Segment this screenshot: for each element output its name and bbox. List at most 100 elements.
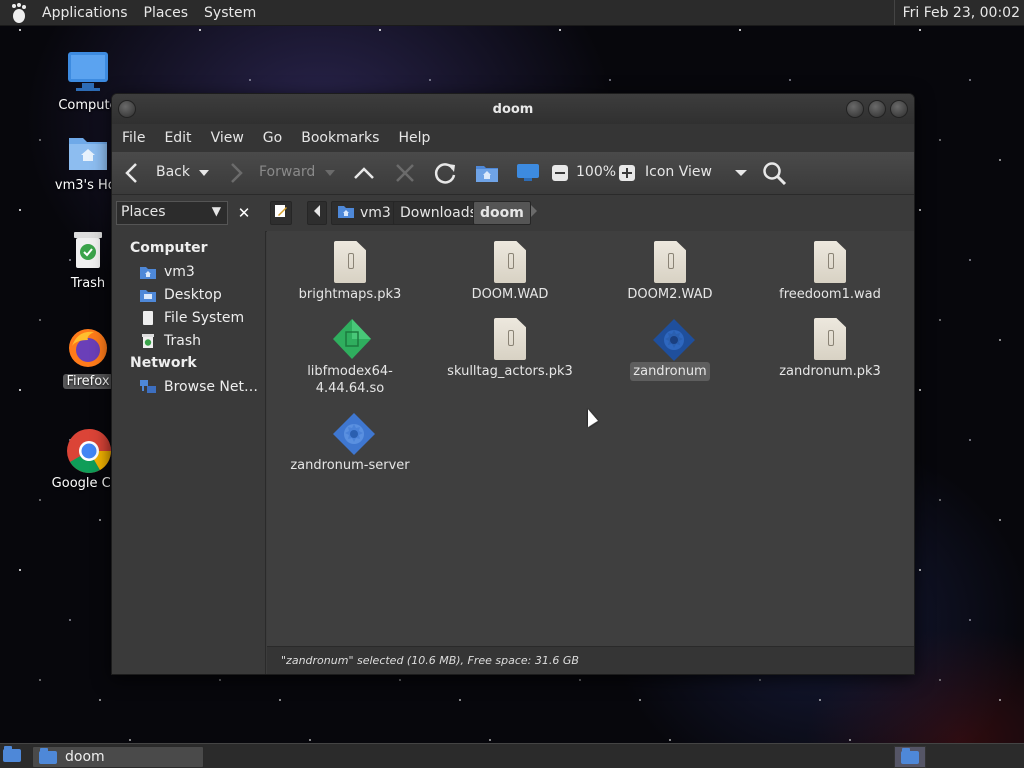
menu-view[interactable]: View [205, 130, 250, 146]
back-arrow-icon[interactable] [124, 162, 140, 189]
gnome-foot-icon[interactable] [8, 2, 30, 24]
file-manager-window: doom File Edit View Go Bookmarks Help Ba… [111, 93, 915, 675]
file-label: zandronum [630, 362, 710, 381]
taskbar-item-doom[interactable]: doom [32, 746, 204, 768]
crumb-scroll-left[interactable] [307, 201, 327, 225]
sidebar-item-trash[interactable]: Trash [112, 329, 265, 352]
drive-icon [140, 310, 156, 325]
archive-file-icon [652, 241, 688, 283]
close-button[interactable] [890, 100, 908, 118]
view-mode-select[interactable]: Icon View [645, 164, 712, 180]
chevron-down-icon[interactable] [734, 162, 748, 189]
crumb-label: Downloads [400, 205, 477, 221]
sidebar-item-label: Trash [164, 332, 201, 349]
system-menu[interactable]: System [200, 5, 260, 21]
sidebar-item-label: File System [164, 309, 245, 326]
menu-edit[interactable]: Edit [158, 130, 197, 146]
forward-button[interactable]: Forward [259, 164, 315, 180]
file-label: DOOM.WAD [471, 287, 549, 302]
menu-go[interactable]: Go [257, 130, 288, 146]
sidebar-header-computer: Computer [130, 240, 208, 256]
workspace-switcher[interactable] [894, 746, 926, 768]
file-item[interactable]: DOOM.WAD [435, 241, 585, 304]
close-sidebar-icon[interactable]: ✕ [233, 201, 255, 225]
chevron-left-icon [313, 205, 321, 221]
up-arrow-icon[interactable] [352, 162, 376, 189]
menu-bookmarks[interactable]: Bookmarks [295, 130, 385, 146]
sidebar-item-browse-network[interactable]: Browse Net… [112, 375, 265, 398]
desktop-icon-label: Trash [70, 276, 106, 291]
search-icon[interactable] [762, 161, 788, 190]
desktop-folder-icon [140, 288, 156, 302]
desktop-icon-label: Firefox [63, 374, 113, 389]
trash-icon [66, 228, 110, 272]
file-item-selected[interactable]: zandronum [595, 318, 745, 381]
applications-menu[interactable]: Applications [38, 5, 132, 21]
zoom-out-icon[interactable] [552, 164, 568, 186]
maximize-button[interactable] [868, 100, 886, 118]
computer-icon[interactable] [516, 162, 540, 189]
library-file-icon [332, 318, 371, 360]
file-view[interactable]: brightmaps.pk3 DOOM.WAD DOOM2.WAD freedo… [267, 231, 914, 646]
crumb-downloads[interactable]: Downloads [393, 201, 484, 225]
sidebar-item-label: Browse Net… [164, 378, 259, 395]
back-button[interactable]: Back [156, 164, 190, 180]
clock: Fri Feb 23, 00:02 [902, 4, 1020, 21]
bottom-panel: doom [0, 743, 1024, 768]
file-label: zandronum.pk3 [779, 364, 881, 379]
toolbar: Back Forward 100% Icon View [112, 152, 914, 195]
trash-icon [140, 333, 156, 348]
home-folder-icon [66, 130, 110, 174]
zoom-in-icon[interactable] [619, 164, 635, 186]
forward-arrow-icon[interactable] [228, 162, 244, 189]
archive-file-icon [492, 318, 528, 360]
clock-applet[interactable]: Fri Feb 23, 00:02 [893, 0, 1024, 25]
sidebar-item-vm3[interactable]: vm3 [112, 260, 265, 283]
home-folder-icon [140, 265, 156, 279]
file-item[interactable]: freedoom1.wad [755, 241, 905, 304]
sidebar-pane-select[interactable]: Places ▼ [116, 201, 228, 225]
folder-icon [901, 747, 919, 764]
chrome-icon [66, 428, 111, 473]
top-panel: Applications Places System Fri Feb 23, 0… [0, 0, 1024, 26]
show-desktop-icon[interactable] [3, 746, 21, 762]
zoom-level: 100% [576, 164, 617, 180]
sidebar-header-network: Network [130, 355, 197, 371]
sidebar-pane-label: Places [121, 204, 166, 220]
stop-icon[interactable] [394, 162, 416, 189]
file-item[interactable]: zandronum-server [275, 412, 425, 475]
window-menu-button[interactable] [118, 100, 136, 118]
file-item[interactable]: brightmaps.pk3 [275, 241, 425, 304]
home-folder-icon[interactable] [475, 162, 499, 189]
file-label: libfmodex64-4.44.64.so [307, 364, 393, 396]
sidebar-item-label: vm3 [164, 263, 195, 280]
window-titlebar[interactable]: doom [112, 94, 914, 124]
menu-file[interactable]: File [116, 130, 151, 146]
edit-location-button[interactable] [270, 201, 292, 225]
places-sidebar: Computer vm3 Desktop File System Trash N… [112, 231, 266, 674]
crumb-home[interactable]: vm3 [331, 201, 398, 225]
file-label: DOOM2.WAD [627, 287, 713, 302]
forward-history-dropdown-icon[interactable] [324, 162, 336, 189]
places-menu[interactable]: Places [140, 5, 193, 21]
file-item[interactable]: zandronum.pk3 [755, 318, 905, 381]
file-item[interactable]: libfmodex64-4.44.64.so [275, 318, 425, 398]
file-item[interactable]: DOOM2.WAD [595, 241, 745, 304]
status-bar: "zandronum" selected (10.6 MB), Free spa… [267, 646, 914, 674]
chevron-right-icon [530, 205, 538, 221]
firefox-icon [66, 326, 110, 370]
file-item[interactable]: skulltag_actors.pk3 [435, 318, 585, 381]
minimize-button[interactable] [846, 100, 864, 118]
menubar: File Edit View Go Bookmarks Help [112, 124, 914, 152]
executable-file-icon [332, 412, 375, 455]
reload-icon[interactable] [432, 161, 458, 190]
crumb-doom[interactable]: doom [473, 201, 531, 225]
back-history-dropdown-icon[interactable] [198, 162, 210, 189]
executable-file-icon [652, 318, 695, 361]
menu-help[interactable]: Help [392, 130, 436, 146]
sidebar-item-filesystem[interactable]: File System [112, 306, 265, 329]
file-label: brightmaps.pk3 [298, 287, 402, 302]
mouse-cursor [588, 409, 598, 431]
sidebar-item-desktop[interactable]: Desktop [112, 283, 265, 306]
crumb-scroll-right[interactable] [524, 201, 544, 225]
